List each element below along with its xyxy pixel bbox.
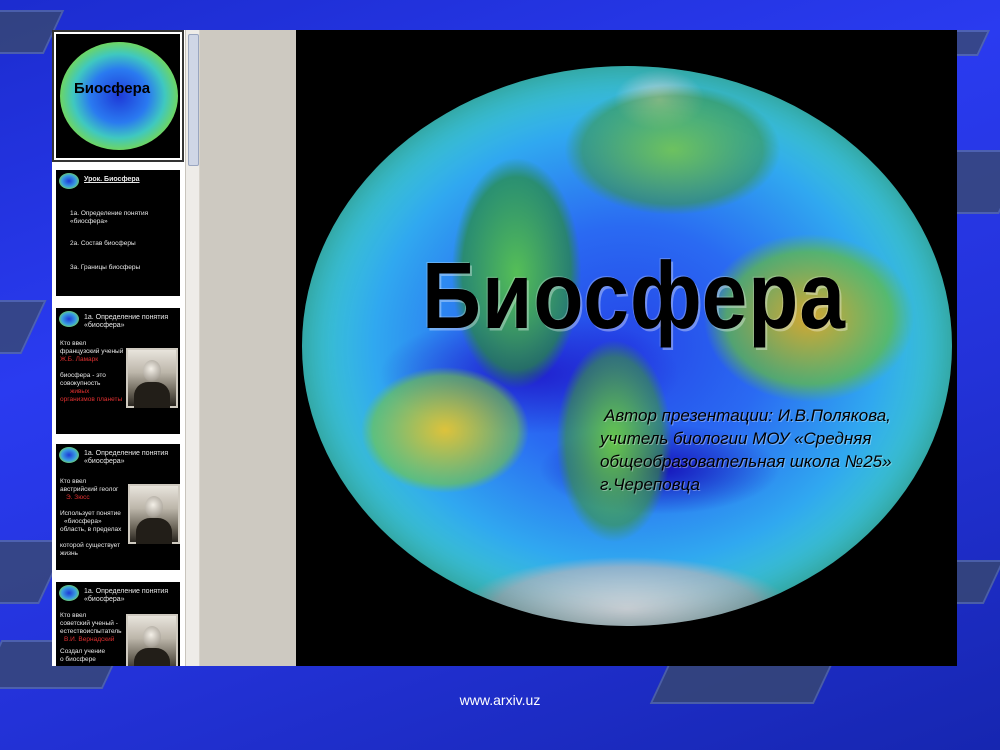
slide-thumbnail-2[interactable]: Урок. Биосфера 1а. Определение понятия «… [54, 168, 182, 298]
slide-title: Биосфера [422, 244, 846, 349]
thumbnail-heading: 1а. Определение понятия «биосфера» [84, 314, 169, 329]
thumbnail-line: австрийский геолог [60, 486, 119, 493]
thumbnail-line: которой существует жизнь [60, 542, 121, 557]
thumbnail-line: биосфера - это [60, 372, 106, 379]
slide-author-block: Автор презентации: И.В.Полякова, учитель… [600, 404, 940, 496]
presentation-window: Биосфера Урок. Биосфера 1а. Определение … [52, 30, 957, 666]
author-line: г.Череповца [600, 475, 700, 494]
thumbnail-heading: 1а. Определение понятия «биосфера» [84, 588, 169, 603]
thumbnail-line: Э. Зюсс [66, 494, 90, 501]
slide-thumbnail-3[interactable]: 1а. Определение понятия «биосфера» Кто в… [54, 306, 182, 436]
author-line: Автор презентации: И.В.Полякова, [604, 406, 891, 425]
thumbnail-line: Кто ввел [60, 478, 87, 485]
globe-icon [59, 447, 79, 463]
background-tile [0, 300, 47, 354]
portrait-image [128, 484, 180, 544]
thumbnail-line: советский ученый - [60, 620, 118, 627]
thumbnail-item: 3а. Границы биосферы [70, 264, 141, 271]
author-line: учитель биологии МОУ «Средняя [600, 429, 872, 448]
thumbnail-line: совокупность [60, 380, 101, 387]
thumbnail-line: о биосфере [60, 656, 96, 663]
footer-url: www.arxiv.uz [459, 692, 541, 708]
globe-icon [59, 173, 79, 189]
thumbnail-heading: 1а. Определение понятия «биосфера» [84, 450, 169, 465]
thumbnail-item: 1а. Определение понятия «биосфера» [70, 210, 149, 225]
thumbnail-line: Ж.Б. Ламарк [60, 356, 99, 363]
author-line: общеобразовательная школа №25» [600, 452, 892, 471]
thumbnail-line: Использует понятие [60, 510, 121, 517]
slide-thumbnail-1[interactable]: Биосфера [52, 30, 184, 162]
globe-icon [59, 311, 79, 327]
thumbnail-line: область, в пределах [60, 526, 122, 533]
thumbnail-line: естествоиспытатель [60, 628, 122, 635]
thumbnail-line: живых [70, 388, 90, 395]
slide-thumbnail-4[interactable]: 1а. Определение понятия «биосфера» Кто в… [54, 442, 182, 572]
main-slide: Биосфера Автор презентации: И.В.Полякова… [296, 30, 957, 666]
thumbnail-scrollbar[interactable] [185, 30, 199, 666]
scrollbar-thumb[interactable] [188, 34, 199, 166]
editor-margin [200, 30, 296, 666]
thumbnail-line: организмов планеты [60, 396, 123, 403]
thumbnail-item: 2а. Состав биосферы [70, 240, 136, 247]
thumbnail-line: Кто ввел [60, 340, 87, 347]
thumbnail-line: В.И. Вернадский [64, 636, 115, 643]
thumbnail-heading: Урок. Биосфера [84, 176, 140, 183]
thumbnail-line: «биосфера» [64, 518, 102, 525]
slide-thumbnail-5[interactable]: 1а. Определение понятия «биосфера» Кто в… [54, 580, 182, 666]
portrait-image [126, 348, 178, 408]
thumbnail-line: Кто ввел [60, 612, 87, 619]
thumbnail-line: французский ученый [60, 348, 124, 355]
globe-icon [59, 585, 79, 601]
thumbnail-line: Создал учение [60, 648, 106, 655]
slide-thumbnail-panel: Биосфера Урок. Биосфера 1а. Определение … [52, 30, 199, 666]
thumbnail-title: Биосфера [74, 80, 151, 97]
portrait-image [126, 614, 178, 666]
